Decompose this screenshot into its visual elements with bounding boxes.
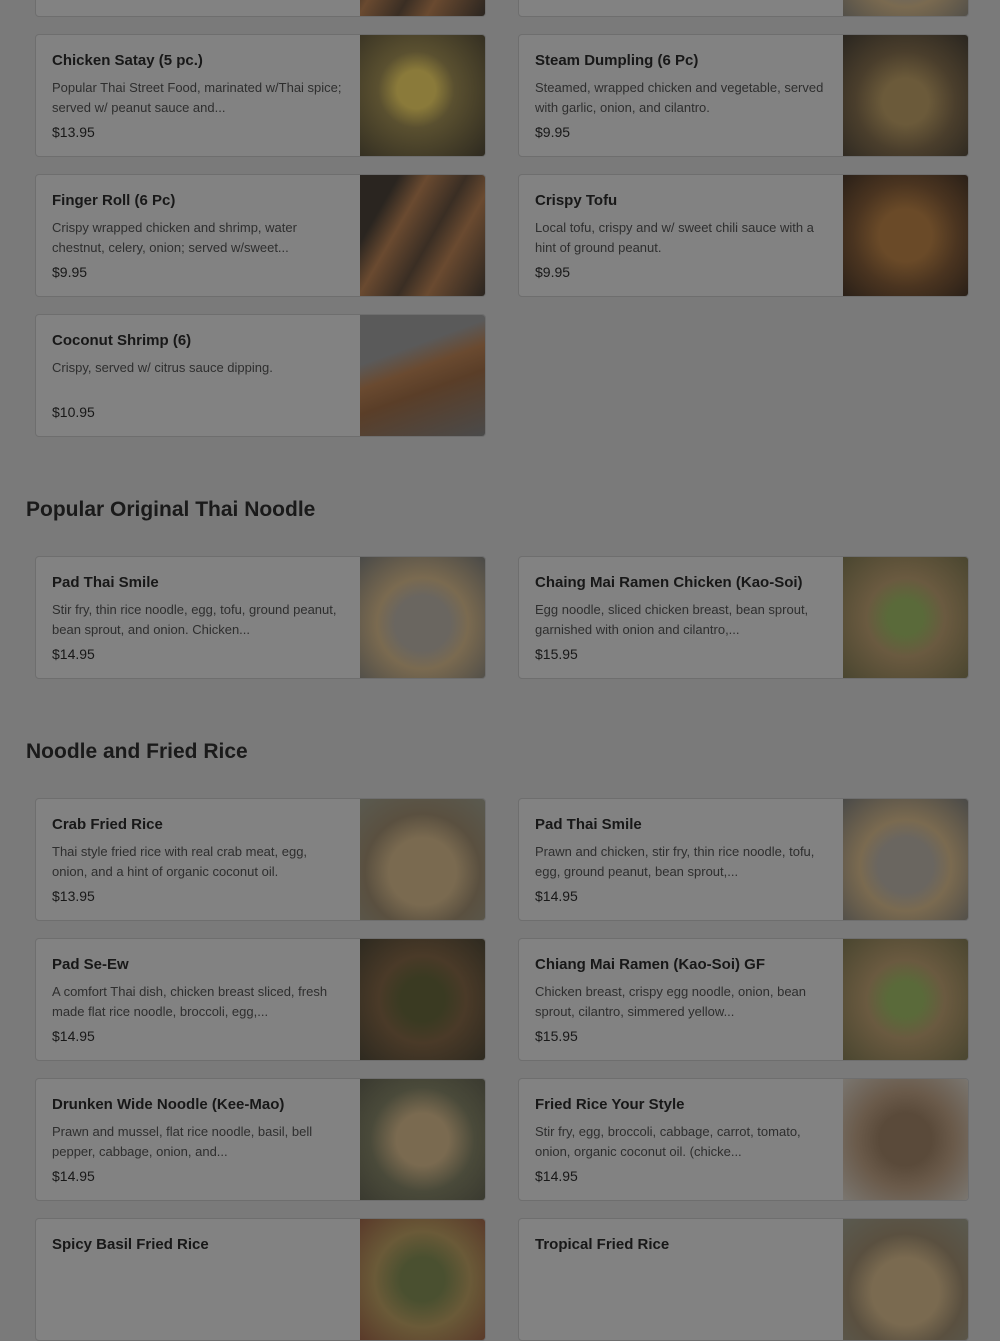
item-price: $14.95 (52, 1168, 95, 1184)
item-name: Steam Dumpling (6 Pc) (535, 52, 699, 69)
item-description: Crispy, served w/ citrus sauce dipping. (52, 360, 273, 375)
item-price: $15.95 (535, 1028, 578, 1044)
item-price: $14.95 (535, 888, 578, 904)
item-price: $13.95 (52, 888, 95, 904)
menu-item-card[interactable] (518, 0, 969, 17)
item-price: $9.95 (535, 124, 571, 140)
menu-item-card[interactable]: Drunken Wide Noodle (Kee-Mao) Prawn and … (35, 1078, 486, 1201)
crab-fried-rice-photo (360, 799, 485, 920)
item-price: $9.95 (52, 264, 88, 280)
menu-item-card[interactable]: Spicy Basil Fried Rice (35, 1218, 486, 1341)
menu-item-card[interactable]: Tropical Fried Rice (518, 1218, 969, 1341)
food-photo (843, 0, 968, 16)
menu-item-card[interactable] (35, 0, 486, 17)
item-name: Chaing Mai Ramen Chicken (Kao-Soi) (535, 574, 803, 591)
item-name: Tropical Fried Rice (535, 1236, 670, 1253)
item-name: Chiang Mai Ramen (Kao-Soi) GF (535, 956, 766, 973)
item-description: Steamed, wrapped chicken and vegetable, … (535, 80, 824, 115)
coconut-shrimp-photo (360, 315, 485, 436)
item-name: Drunken Wide Noodle (Kee-Mao) (52, 1096, 285, 1113)
menu-item-card[interactable]: Finger Roll (6 Pc) Crispy wrapped chicke… (35, 174, 486, 297)
tropical-fried-rice-photo (843, 1219, 968, 1340)
item-description: Local tofu, crispy and w/ sweet chili sa… (535, 220, 814, 255)
item-price: $13.95 (52, 124, 95, 140)
item-name: Finger Roll (6 Pc) (52, 192, 176, 209)
item-description: Prawn and chicken, stir fry, thin rice n… (535, 844, 815, 879)
menu-item-card[interactable]: Chiang Mai Ramen (Kao-Soi) GF Chicken br… (518, 938, 969, 1061)
item-price: $9.95 (535, 264, 571, 280)
item-name: Pad Se-Ew (52, 956, 129, 973)
item-description: Popular Thai Street Food, marinated w/Th… (52, 80, 342, 115)
item-name: Chicken Satay (5 pc.) (52, 52, 203, 69)
item-name: Pad Thai Smile (52, 574, 159, 591)
menu-item-card[interactable]: Pad Thai Smile Prawn and chicken, stir f… (518, 798, 969, 921)
fried-rice-photo (843, 1079, 968, 1200)
menu-item-card[interactable]: Crab Fried Rice Thai style fried rice wi… (35, 798, 486, 921)
pad-se-ew-photo (360, 939, 485, 1060)
item-description: Stir fry, thin rice noodle, egg, tofu, g… (52, 602, 337, 637)
pad-thai-photo (360, 557, 485, 678)
menu-item-card[interactable]: Chaing Mai Ramen Chicken (Kao-Soi) Egg n… (518, 556, 969, 679)
item-name: Coconut Shrimp (6) (52, 332, 192, 349)
item-price: $14.95 (535, 1168, 578, 1184)
menu-item-card[interactable]: Coconut Shrimp (6) Crispy, served w/ cit… (35, 314, 486, 437)
crispy-tofu-photo (843, 175, 968, 296)
menu-item-card[interactable]: Fried Rice Your Style Stir fry, egg, bro… (518, 1078, 969, 1201)
pad-thai-photo (843, 799, 968, 920)
menu-item-card[interactable]: Crispy Tofu Local tofu, crispy and w/ sw… (518, 174, 969, 297)
item-description: Egg noodle, sliced chicken breast, bean … (535, 602, 809, 637)
finger-roll-photo (360, 175, 485, 296)
menu-item-card[interactable]: Pad Se-Ew A comfort Thai dish, chicken b… (35, 938, 486, 1061)
section-title: Noodle and Fried Rice (26, 740, 248, 763)
food-photo (360, 0, 485, 16)
item-name: Fried Rice Your Style (535, 1096, 685, 1113)
item-description: Crispy wrapped chicken and shrimp, water… (52, 220, 297, 255)
kao-soi-photo (843, 557, 968, 678)
chicken-satay-photo (360, 35, 485, 156)
item-description: Chicken breast, crispy egg noodle, onion… (535, 984, 807, 1019)
item-name: Spicy Basil Fried Rice (52, 1236, 209, 1253)
kao-soi-photo (843, 939, 968, 1060)
item-description: Prawn and mussel, flat rice noodle, basi… (52, 1124, 313, 1159)
menu-item-card[interactable]: Chicken Satay (5 pc.) Popular Thai Stree… (35, 34, 486, 157)
item-name: Crab Fried Rice (52, 816, 163, 833)
section-title: Popular Original Thai Noodle (26, 498, 316, 521)
item-name: Crispy Tofu (535, 192, 618, 209)
item-description: Stir fry, egg, broccoli, cabbage, carrot… (535, 1124, 801, 1159)
menu-item-card[interactable]: Steam Dumpling (6 Pc) Steamed, wrapped c… (518, 34, 969, 157)
dumpling-photo (843, 35, 968, 156)
item-price: $10.95 (52, 404, 95, 420)
item-description: A comfort Thai dish, chicken breast slic… (52, 984, 328, 1019)
item-name: Pad Thai Smile (535, 816, 642, 833)
item-description: Thai style fried rice with real crab mea… (52, 844, 308, 879)
item-price: $15.95 (535, 646, 578, 662)
drunken-noodle-photo (360, 1079, 485, 1200)
menu-item-card[interactable]: Pad Thai Smile Stir fry, thin rice noodl… (35, 556, 486, 679)
basil-fried-rice-photo (360, 1219, 485, 1340)
item-price: $14.95 (52, 646, 95, 662)
item-price: $14.95 (52, 1028, 95, 1044)
